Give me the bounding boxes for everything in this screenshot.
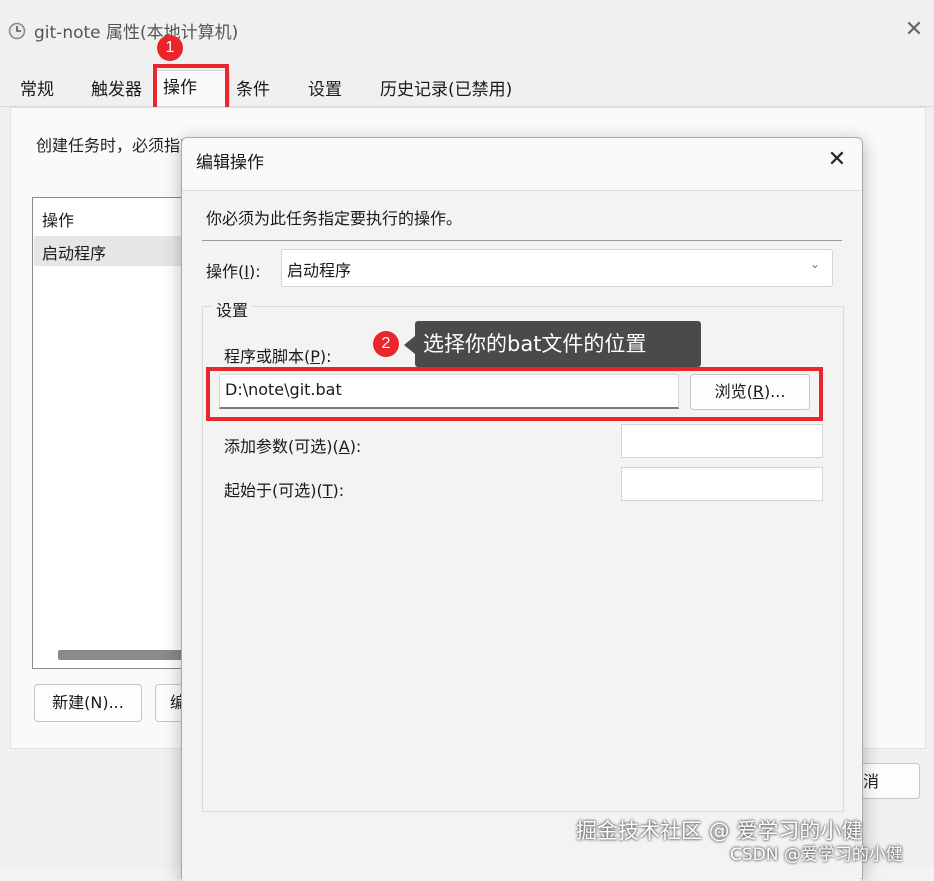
tab-conditions[interactable]: 条件	[236, 77, 270, 107]
tab-highlight-box	[153, 64, 229, 112]
clock-icon	[8, 22, 26, 40]
dialog-separator	[202, 240, 842, 241]
program-label: 程序或脚本(P):	[224, 347, 332, 366]
dialog-title: 编辑操作	[196, 153, 264, 173]
settings-group-label: 设置	[212, 297, 253, 321]
list-item-label: 启动程序	[42, 244, 107, 263]
dialog-close-button[interactable]: ✕	[822, 145, 852, 175]
dialog-description: 你必须为此任务指定要执行的操作。	[206, 209, 463, 228]
step-badge-1: 1	[157, 35, 183, 61]
action-label: 操作(I):	[206, 262, 261, 281]
action-select[interactable]	[281, 249, 833, 287]
arguments-input[interactable]	[621, 424, 823, 458]
action-select-value: 启动程序	[287, 261, 352, 280]
start-in-label: 起始于(可选)(T):	[224, 481, 345, 500]
chevron-down-icon[interactable]: ⌄	[810, 257, 820, 271]
tab-history[interactable]: 历史记录(已禁用)	[380, 77, 512, 107]
tab-triggers[interactable]: 触发器	[91, 77, 142, 107]
path-highlight-box	[206, 367, 823, 421]
hint-tooltip: 选择你的bat文件的位置	[415, 321, 701, 367]
step-badge-2: 2	[373, 331, 399, 357]
tab-general[interactable]: 常规	[20, 77, 54, 107]
list-header: 操作	[42, 211, 75, 230]
tab-settings[interactable]: 设置	[308, 77, 342, 107]
watermark-csdn: CSDN @爱学习的小健	[730, 845, 903, 865]
window-close-button[interactable]: ✕	[900, 16, 928, 44]
window-title: git-note 属性(本地计算机)	[34, 23, 239, 43]
arguments-label: 添加参数(可选)(A):	[224, 437, 362, 456]
new-action-button[interactable]: 新建(N)...	[34, 684, 142, 722]
tooltip-arrow	[404, 336, 415, 354]
start-in-input[interactable]	[621, 467, 823, 501]
